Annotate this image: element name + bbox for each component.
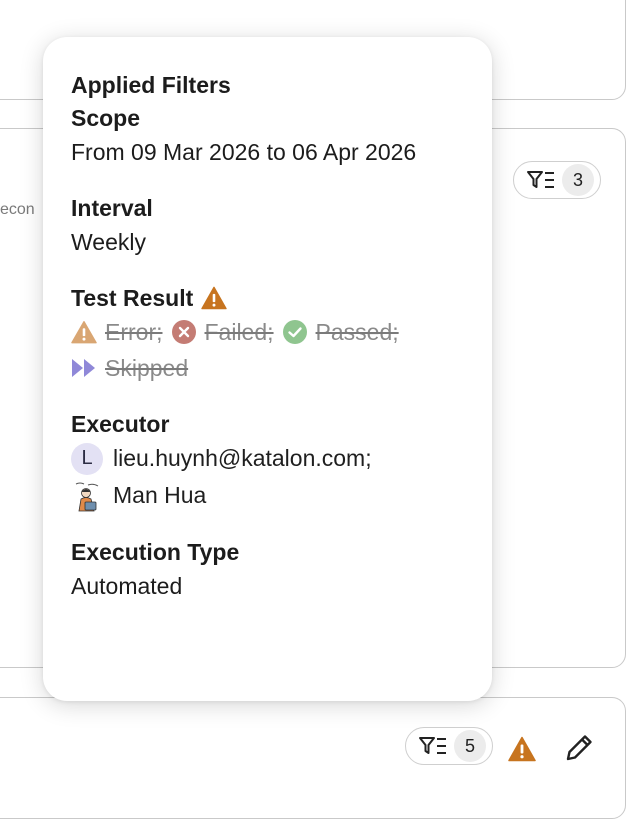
filter-list-icon: [527, 171, 554, 188]
skip-icon: [72, 359, 95, 377]
executor-item: L lieu.huynh@katalon.com;: [71, 440, 464, 477]
executor-name: lieu.huynh@katalon.com;: [113, 445, 372, 471]
warning-icon: [71, 321, 97, 344]
filter-chip-button[interactable]: 3: [513, 161, 601, 199]
executor-item: Man Hua: [71, 477, 464, 514]
warning-icon: [201, 286, 227, 310]
applied-filters-popover: Applied Filters Scope From 09 Mar 2026 t…: [43, 37, 492, 701]
avatar: L: [71, 442, 103, 475]
scope-section: Scope From 09 Mar 2026 to 06 Apr 2026: [71, 102, 464, 170]
avatar-image: [71, 479, 103, 512]
execution-type-section: Execution Type Automated: [71, 536, 464, 604]
executor-name: Man Hua: [113, 482, 207, 508]
interval-value: Weekly: [71, 229, 146, 255]
check-circle-icon: [282, 320, 307, 344]
executor-label: Executor: [71, 411, 170, 437]
execution-type-label: Execution Type: [71, 539, 240, 565]
result-item-failed: Failed;: [171, 314, 274, 350]
edit-pencil-icon[interactable]: [562, 731, 596, 765]
result-item-passed: Passed;: [282, 314, 399, 350]
test-result-label: Test Result: [71, 282, 464, 314]
popover-title: Applied Filters: [71, 72, 231, 98]
scope-label: Scope: [71, 105, 141, 131]
execution-type-value: Automated: [71, 573, 183, 599]
filter-count-badge: 3: [562, 164, 594, 196]
test-result-section: Test Result Error; Failed; Passed; Skipp…: [71, 282, 464, 386]
filter-list-icon: [419, 737, 446, 754]
filter-count-badge: 5: [454, 730, 486, 762]
x-circle-icon: [171, 320, 196, 344]
interval-section: Interval Weekly: [71, 192, 464, 260]
result-item-error: Error;: [71, 314, 163, 350]
interval-label: Interval: [71, 195, 153, 221]
result-item-skipped: Skipped: [71, 350, 188, 386]
background-partial-text: econ: [0, 201, 35, 218]
filter-chip-button[interactable]: 5: [405, 727, 493, 765]
scope-value: From 09 Mar 2026 to 06 Apr 2026: [71, 139, 417, 165]
test-result-list: Error; Failed; Passed; Skipped: [71, 314, 464, 386]
executor-section: Executor L lieu.huynh@katalon.com; Man H…: [71, 408, 464, 514]
warning-icon: [508, 736, 536, 762]
